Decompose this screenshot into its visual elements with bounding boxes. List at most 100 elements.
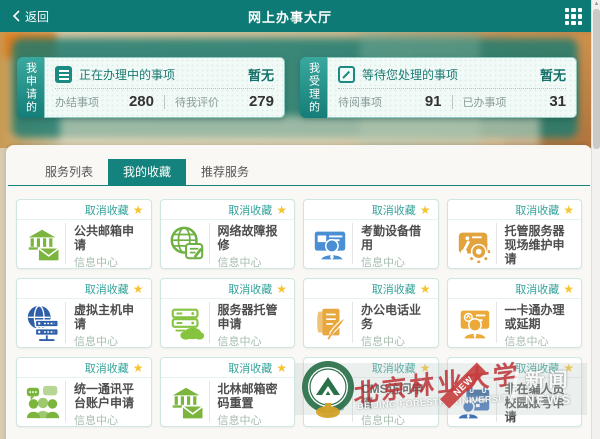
completed-metric[interactable]: 办结事项 280 bbox=[55, 93, 154, 110]
favorite-star-icon[interactable]: ★ bbox=[563, 204, 574, 216]
tab-my-favorites[interactable]: 我的收藏 bbox=[108, 159, 186, 185]
in-progress-label: 正在办理中的事项 bbox=[79, 66, 175, 83]
unfavorite-button[interactable]: 取消收藏 bbox=[372, 360, 416, 376]
service-card[interactable]: 取消收藏 ★ 考勤设备借用 信息中心 bbox=[303, 199, 439, 269]
favorite-star-icon[interactable]: ★ bbox=[563, 283, 574, 295]
card-header: 取消收藏 ★ bbox=[304, 279, 438, 299]
dotted-divider bbox=[338, 88, 566, 89]
unread-metric[interactable]: 待阅事项 91 bbox=[338, 93, 442, 110]
card-text: 考勤设备借用 信息中心 bbox=[352, 223, 432, 264]
card-text: 虚拟主机申请 信息中心 bbox=[65, 302, 145, 343]
unread-label: 待阅事项 bbox=[338, 94, 382, 110]
favorite-star-icon[interactable]: ★ bbox=[133, 362, 144, 374]
service-card[interactable]: 取消收藏 ★ CMS访问申请 信息中心 bbox=[303, 357, 439, 427]
favorite-star-icon[interactable]: ★ bbox=[563, 362, 574, 374]
service-title: 服务器托管申请 bbox=[218, 303, 289, 331]
unfavorite-button[interactable]: 取消收藏 bbox=[515, 360, 559, 376]
completed-count: 280 bbox=[129, 93, 154, 110]
card-text: 一卡通办理或延期 信息中心 bbox=[496, 302, 576, 343]
my-accepted-body: 等待您处理的事项 暂无 待阅事项 91 已办事项 31 bbox=[327, 57, 577, 118]
service-card[interactable]: 取消收藏 ★ 服务器托管申请 信息中心 bbox=[160, 278, 296, 348]
favorite-star-icon[interactable]: ★ bbox=[133, 204, 144, 216]
globe-server-icon bbox=[21, 304, 65, 342]
unfavorite-button[interactable]: 取消收藏 bbox=[372, 202, 416, 218]
unfavorite-button[interactable]: 取消收藏 bbox=[228, 202, 272, 218]
card-body: CMS访问申请 信息中心 bbox=[304, 378, 438, 426]
card-body: 北林邮箱密码重置 信息中心 bbox=[161, 378, 295, 426]
card-text: 非在编人员校园账号申请 信息中心 bbox=[496, 381, 576, 422]
service-card[interactable]: 取消收藏 ★ 非在编人员校园账号申请 信息中心 bbox=[447, 357, 583, 427]
unfavorite-button[interactable]: 取消收藏 bbox=[85, 202, 129, 218]
dotted-divider bbox=[55, 88, 274, 89]
favorite-star-icon[interactable]: ★ bbox=[276, 204, 287, 216]
service-card[interactable]: 取消收藏 ★ 托管服务器现场维护申请 信息中心 bbox=[447, 199, 583, 269]
card-body: 考勤设备借用 信息中心 bbox=[304, 220, 438, 268]
in-progress-value: 暂无 bbox=[248, 65, 274, 84]
service-title: 办公电话业务 bbox=[361, 303, 432, 331]
card-body: 网络故障报修 信息中心 bbox=[161, 220, 295, 268]
online-service-hall-screen: 返回 网上办事大厅 我申请的 正在办理中的事项 暂无 办结事项 280 bbox=[0, 0, 600, 439]
done-metric[interactable]: 已办事项 31 bbox=[463, 93, 567, 110]
service-title: 公共邮箱申请 bbox=[74, 224, 145, 252]
service-card[interactable]: 取消收藏 ★ 虚拟主机申请 信息中心 bbox=[16, 278, 152, 348]
unfavorite-button[interactable]: 取消收藏 bbox=[85, 281, 129, 297]
card-body: 服务器托管申请 信息中心 bbox=[161, 299, 295, 347]
my-accepted-card: 我受理的 等待您处理的事项 暂无 待阅事项 91 已办事项 31 bbox=[300, 57, 577, 118]
pending-label: 等待您处理的事项 bbox=[362, 66, 458, 83]
my-accepted-side-tab[interactable]: 我受理的 bbox=[300, 57, 327, 118]
apps-grid-icon[interactable] bbox=[565, 8, 582, 25]
bank-mail-icon bbox=[21, 225, 65, 263]
unfavorite-button[interactable]: 取消收藏 bbox=[515, 202, 559, 218]
service-title: 统一通讯平台账户申请 bbox=[74, 382, 145, 410]
service-card-grid: 取消收藏 ★ 公共邮箱申请 信息中心 取消收藏 ★ 网络故障报修 信息中心 取消… bbox=[6, 186, 592, 427]
accepted-metrics: 待阅事项 91 已办事项 31 bbox=[338, 93, 566, 110]
unfavorite-button[interactable]: 取消收藏 bbox=[515, 281, 559, 297]
my-applications-side-tab[interactable]: 我申请的 bbox=[17, 57, 44, 118]
service-department: 信息中心 bbox=[361, 412, 432, 427]
card-text: 托管服务器现场维护申请 信息中心 bbox=[496, 223, 576, 264]
scroll-up-arrow[interactable]: ▲ bbox=[593, 1, 600, 8]
tab-service-list[interactable]: 服务列表 bbox=[30, 159, 108, 185]
calendar-person-icon bbox=[452, 383, 496, 421]
service-card[interactable]: 取消收藏 ★ 一卡通办理或延期 信息中心 bbox=[447, 278, 583, 348]
header-bar: 返回 网上办事大厅 bbox=[0, 0, 600, 32]
favorite-star-icon[interactable]: ★ bbox=[420, 204, 431, 216]
favorite-star-icon[interactable]: ★ bbox=[420, 283, 431, 295]
in-progress-row[interactable]: 正在办理中的事项 暂无 bbox=[55, 63, 274, 85]
service-department: 信息中心 bbox=[218, 254, 289, 269]
unfavorite-button[interactable]: 取消收藏 bbox=[228, 360, 272, 376]
card-person-icon bbox=[452, 304, 496, 342]
pending-value: 暂无 bbox=[540, 65, 566, 84]
service-card[interactable]: 取消收藏 ★ 统一通讯平台账户申请 信息中心 bbox=[16, 357, 152, 427]
service-card[interactable]: 取消收藏 ★ 北林邮箱密码重置 信息中心 bbox=[160, 357, 296, 427]
scrollbar[interactable]: ▲ bbox=[591, 0, 600, 439]
favorite-star-icon[interactable]: ★ bbox=[276, 362, 287, 374]
card-text: 网络故障报修 信息中心 bbox=[209, 223, 289, 264]
service-department: 信息中心 bbox=[505, 426, 576, 427]
tab-bar: 服务列表我的收藏推荐服务 bbox=[8, 145, 590, 186]
people-chat-icon bbox=[21, 383, 65, 421]
service-card[interactable]: 取消收藏 ★ 网络故障报修 信息中心 bbox=[160, 199, 296, 269]
favorite-star-icon[interactable]: ★ bbox=[420, 362, 431, 374]
service-title: 网络故障报修 bbox=[218, 224, 289, 252]
card-text: CMS访问申请 信息中心 bbox=[352, 381, 432, 422]
service-card[interactable]: 取消收藏 ★ 办公电话业务 信息中心 bbox=[303, 278, 439, 348]
favorite-star-icon[interactable]: ★ bbox=[276, 283, 287, 295]
list-icon bbox=[55, 66, 72, 83]
unfavorite-button[interactable]: 取消收藏 bbox=[85, 360, 129, 376]
done-label: 已办事项 bbox=[463, 94, 507, 110]
service-department: 信息中心 bbox=[74, 412, 145, 427]
pending-row[interactable]: 等待您处理的事项 暂无 bbox=[338, 63, 566, 85]
tab-recommended[interactable]: 推荐服务 bbox=[186, 159, 264, 185]
to-review-metric[interactable]: 待我评价 279 bbox=[175, 93, 274, 110]
favorite-star-icon[interactable]: ★ bbox=[133, 283, 144, 295]
unfavorite-button[interactable]: 取消收藏 bbox=[228, 281, 272, 297]
service-card[interactable]: 取消收藏 ★ 公共邮箱申请 信息中心 bbox=[16, 199, 152, 269]
card-body: 办公电话业务 信息中心 bbox=[304, 299, 438, 347]
unfavorite-button[interactable]: 取消收藏 bbox=[372, 281, 416, 297]
globe-note-icon bbox=[165, 225, 209, 263]
metric-divider bbox=[164, 95, 165, 109]
edit-icon bbox=[338, 66, 355, 83]
scrollbar-thumb[interactable] bbox=[593, 9, 600, 149]
card-body: 托管服务器现场维护申请 信息中心 bbox=[448, 220, 582, 268]
